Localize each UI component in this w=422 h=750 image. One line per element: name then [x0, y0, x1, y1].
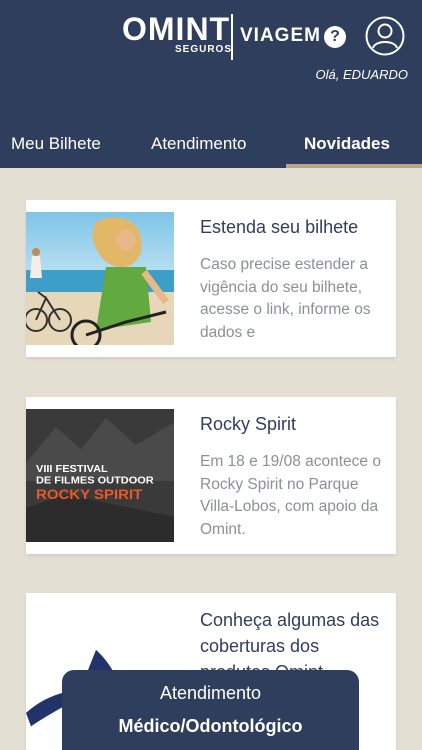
- omint-logo-subtitle: SEGUROS: [175, 44, 233, 55]
- news-card[interactable]: VIII FESTIVAL DE FILMES OUTDOOR ROCKY SP…: [26, 397, 396, 554]
- news-image-bicycle: [26, 212, 174, 345]
- news-title: Rocky Spirit: [200, 414, 297, 434]
- omint-logo: OMINT: [122, 11, 231, 47]
- main-tabs: Meu Bilhete Atendimento Novidades: [0, 122, 422, 168]
- logo-divider: [231, 14, 233, 60]
- news-description: Em 18 e 19/08 acontece o Rocky Spirit no…: [200, 453, 381, 538]
- rocky-image-line3: ROCKY SPIRIT: [36, 488, 143, 503]
- tab-novidades[interactable]: Novidades: [286, 122, 422, 168]
- user-avatar-icon[interactable]: [365, 16, 405, 56]
- rocky-image-line2: DE FILMES OUTDOOR: [36, 476, 154, 486]
- help-icon[interactable]: ?: [324, 26, 346, 48]
- active-tab-indicator: [286, 164, 422, 168]
- atendimento-panel-subtitle: Médico/Odontológico: [118, 716, 303, 736]
- user-greeting: Olá, EDUARDO: [315, 67, 408, 82]
- news-description: Caso precise estender a vigência do seu …: [200, 256, 371, 341]
- atendimento-panel[interactable]: Atendimento Médico/Odontológico: [62, 670, 359, 750]
- news-card[interactable]: Estenda seu bilhete Caso precise estende…: [26, 200, 396, 357]
- product-name: VIAGEM: [240, 25, 321, 46]
- atendimento-panel-title: Atendimento: [159, 683, 262, 703]
- tab-meu-bilhete[interactable]: Meu Bilhete: [11, 122, 101, 168]
- news-title: Estenda seu bilhete: [200, 217, 359, 237]
- app-header: OMINT SEGUROS VIAGEM ? Olá, EDUARDO Meu …: [0, 0, 422, 168]
- tab-novidades-label: Novidades: [304, 134, 390, 153]
- news-image-rocky-spirit: VIII FESTIVAL DE FILMES OUTDOOR ROCKY SP…: [26, 409, 174, 542]
- rocky-image-line1: VIII FESTIVAL: [36, 464, 108, 474]
- tab-atendimento[interactable]: Atendimento: [151, 122, 246, 168]
